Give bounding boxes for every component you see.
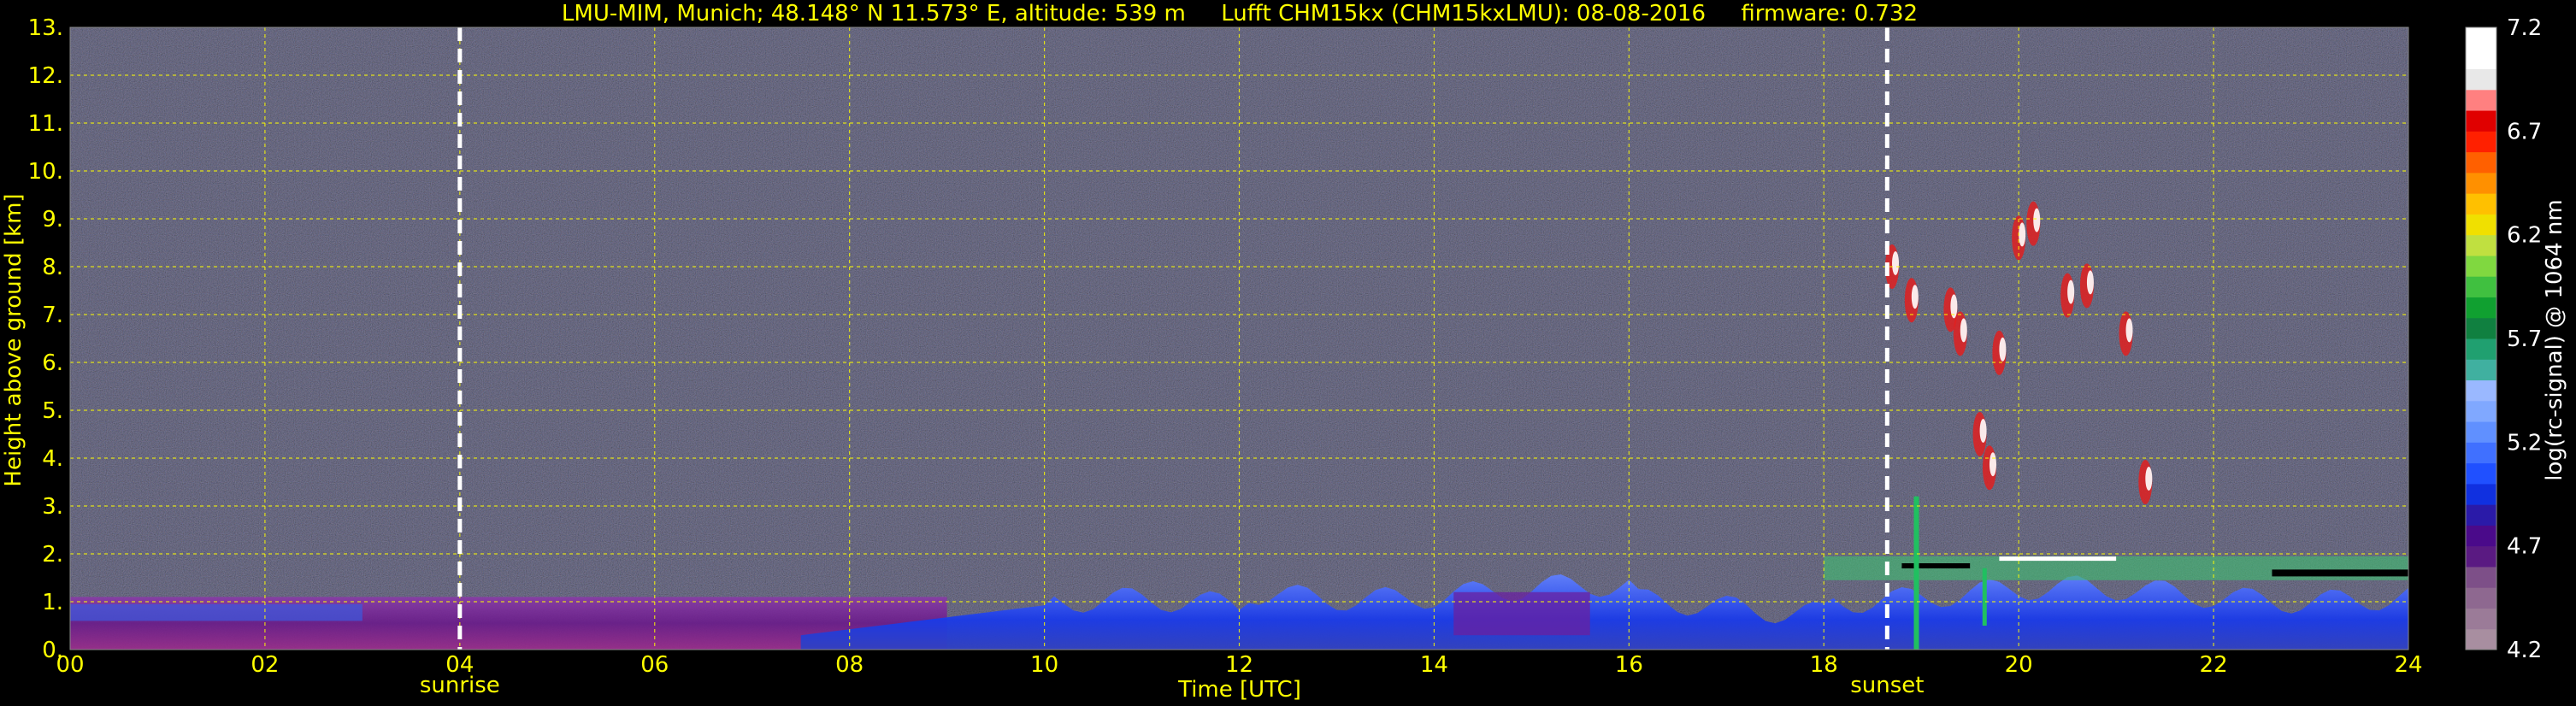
x-tick-label: 10 [1030, 652, 1058, 678]
colorbar-swatch [2466, 110, 2496, 132]
colorbar-swatch [2466, 525, 2496, 547]
event-label: sunset [1850, 673, 1924, 698]
colorbar-swatch [2466, 400, 2496, 422]
cirrus-core-9 [2086, 270, 2094, 295]
cirrus-core-12 [1999, 337, 2007, 362]
x-tick-label: 08 [835, 652, 864, 678]
colorbar-swatch [2466, 483, 2496, 505]
colorbar-swatch [2466, 462, 2496, 485]
colorbar-swatch [2466, 214, 2496, 236]
cirrus-core-6 [2019, 222, 2026, 247]
colorbar-swatch [2466, 317, 2496, 339]
x-tick-labels: 00 02 04 06 08 10 12 14 16 18 20 22 24 [56, 652, 2422, 678]
x-tick-label: 16 [1615, 652, 1643, 678]
colorbar-swatch [2466, 504, 2496, 526]
x-tick-label: 24 [2394, 652, 2422, 678]
colorbar-swatch [2466, 48, 2496, 70]
y-tick-label: 8. [42, 255, 63, 280]
y-tick-label: 7. [42, 303, 63, 328]
x-axis-label: Time [UTC] [1177, 677, 1301, 703]
colorbar-swatch [2466, 359, 2496, 381]
chart-title: LMU-MIM, Munich; 48.148° N 11.573° E, al… [562, 1, 1918, 26]
colorbar-tick-label: 7.2 [2507, 15, 2542, 41]
colorbar-swatch [2466, 234, 2496, 256]
colorbar-swatch [2466, 587, 2496, 609]
colorbar-swatch [2466, 276, 2496, 297]
colorbar-swatch [2466, 297, 2496, 319]
y-tick-label: 9. [42, 207, 63, 232]
cirrus-core-3 [1960, 318, 1967, 343]
y-tick-label: 11. [28, 111, 63, 137]
y-axis-label: Height above ground [km] [1, 193, 27, 486]
cirrus-core-10 [2125, 318, 2133, 343]
colorbar-tick-label: 4.7 [2507, 534, 2542, 560]
colorbar-swatch [2466, 566, 2496, 588]
x-tick-label: 02 [251, 652, 279, 678]
colorbar-tick-label: 5.7 [2507, 327, 2542, 352]
y-tick-label: 4. [42, 446, 63, 472]
colorbar-tick-label: 6.7 [2507, 119, 2542, 144]
colorbar-swatch [2466, 193, 2496, 215]
x-tick-label: 20 [2005, 652, 2033, 678]
aerosol-patch [1453, 591, 1590, 636]
colorbar-swatch [2466, 338, 2496, 360]
y-tick-label: 2. [42, 542, 63, 568]
colorbar-swatch [2466, 255, 2496, 277]
colorbar-swatch [2466, 608, 2496, 630]
cirrus-core-4 [1979, 419, 1987, 443]
y-tick-label: 6. [42, 350, 63, 376]
y-tick-label: 5. [42, 398, 63, 424]
colorbar-swatch [2466, 628, 2496, 650]
colorbar-tick-label: 6.2 [2507, 223, 2542, 249]
colorbar-swatch [2466, 68, 2496, 91]
y-tick-label: 3. [42, 494, 63, 520]
y-tick-label: 12. [28, 63, 63, 89]
colorbar-swatch [2466, 172, 2496, 194]
y-tick-label: 0. [42, 638, 63, 663]
lidar-chart: sunrise sunset 00 02 04 06 08 10 12 14 16 18 20 22 24… [1, 1, 2567, 703]
x-tick-label: 04 [445, 652, 474, 678]
y-tick-label: 10. [28, 159, 63, 185]
x-tick-label: 06 [640, 652, 669, 678]
x-tick-label: 18 [1810, 652, 1838, 678]
colorbar-tick-label: 5.2 [2507, 430, 2542, 456]
colorbar-swatch [2466, 421, 2496, 443]
cirrus-core-8 [2067, 279, 2075, 304]
x-tick-label: 22 [2200, 652, 2228, 678]
y-tick-labels: 0. 1. 2. 3. 4. 5. 6. 7. 8. 9. 10. 11. 12. 13. [28, 15, 63, 663]
cirrus-core-5 [1989, 452, 1996, 477]
y-tick-label: 13. [28, 15, 63, 41]
colorbar-swatch [2466, 131, 2496, 153]
cirrus-core-7 [2033, 208, 2041, 232]
residual-layer [70, 603, 363, 621]
colorbar-swatch [2466, 27, 2496, 49]
cirrus-core-11 [2145, 467, 2153, 491]
colorbar: 4.2 4.7 5.2 5.7 6.2 6.7 7.2 [2465, 15, 2542, 663]
colorbar-tick-label: 4.2 [2507, 638, 2542, 663]
y-tick-label: 1. [42, 590, 63, 615]
colorbar-swatch [2466, 545, 2496, 568]
cirrus-core-0 [1892, 251, 1900, 275]
colorbar-swatch [2466, 442, 2496, 464]
colorbar-label: log(rc-signal) @ 1064 nm [2542, 199, 2567, 480]
colorbar-swatch [2466, 379, 2496, 402]
colorbar-swatch [2466, 151, 2496, 174]
x-tick-label: 12 [1225, 652, 1253, 678]
cirrus-core-1 [1911, 285, 1919, 309]
x-tick-label: 14 [1420, 652, 1448, 678]
colorbar-swatch [2466, 89, 2496, 111]
